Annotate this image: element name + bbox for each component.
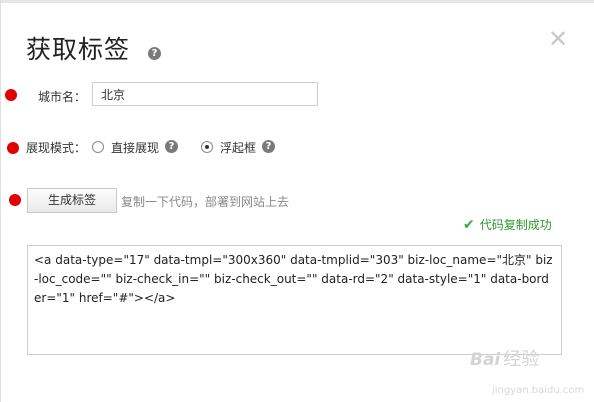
dialog-left-border [0, 0, 1, 402]
help-icon[interactable]: ? [165, 140, 178, 153]
radio-float-box[interactable] [201, 141, 213, 153]
radio-direct-display[interactable] [92, 141, 104, 153]
generate-hint: 复制一下代码，部署到网站上去 [121, 195, 290, 209]
watermark-url: jingyan.baidu.com [492, 385, 585, 396]
watermark: Bai 经验 [470, 345, 539, 371]
copy-success-message: ✔ 代码复制成功 [463, 216, 552, 233]
red-bullet-marker [7, 142, 19, 154]
watermark-text: 经验 [503, 349, 540, 370]
city-input[interactable] [92, 82, 318, 106]
copy-success-text: 代码复制成功 [479, 218, 552, 232]
city-label: 城市名： [38, 90, 87, 104]
red-bullet-marker [9, 194, 21, 206]
check-icon: ✔ [463, 217, 475, 233]
watermark-logo: Bai [470, 350, 501, 370]
radio-direct-display-label[interactable]: 直接展现 [111, 139, 159, 156]
radio-float-box-label[interactable]: 浮起框 [220, 139, 256, 156]
help-icon[interactable]: ? [148, 47, 161, 60]
red-bullet-marker [5, 89, 17, 101]
dialog-title: 获取标签 [26, 35, 131, 64]
generate-tag-button[interactable]: 生成标签 [27, 188, 117, 213]
mode-label: 展现模式： [26, 141, 87, 155]
dialog-top-border [0, 0, 594, 3]
close-icon[interactable]: ✕ [548, 27, 568, 51]
code-output[interactable]: <a data-type="17" data-tmpl="300x360" da… [27, 245, 562, 355]
help-icon[interactable]: ? [262, 140, 275, 153]
